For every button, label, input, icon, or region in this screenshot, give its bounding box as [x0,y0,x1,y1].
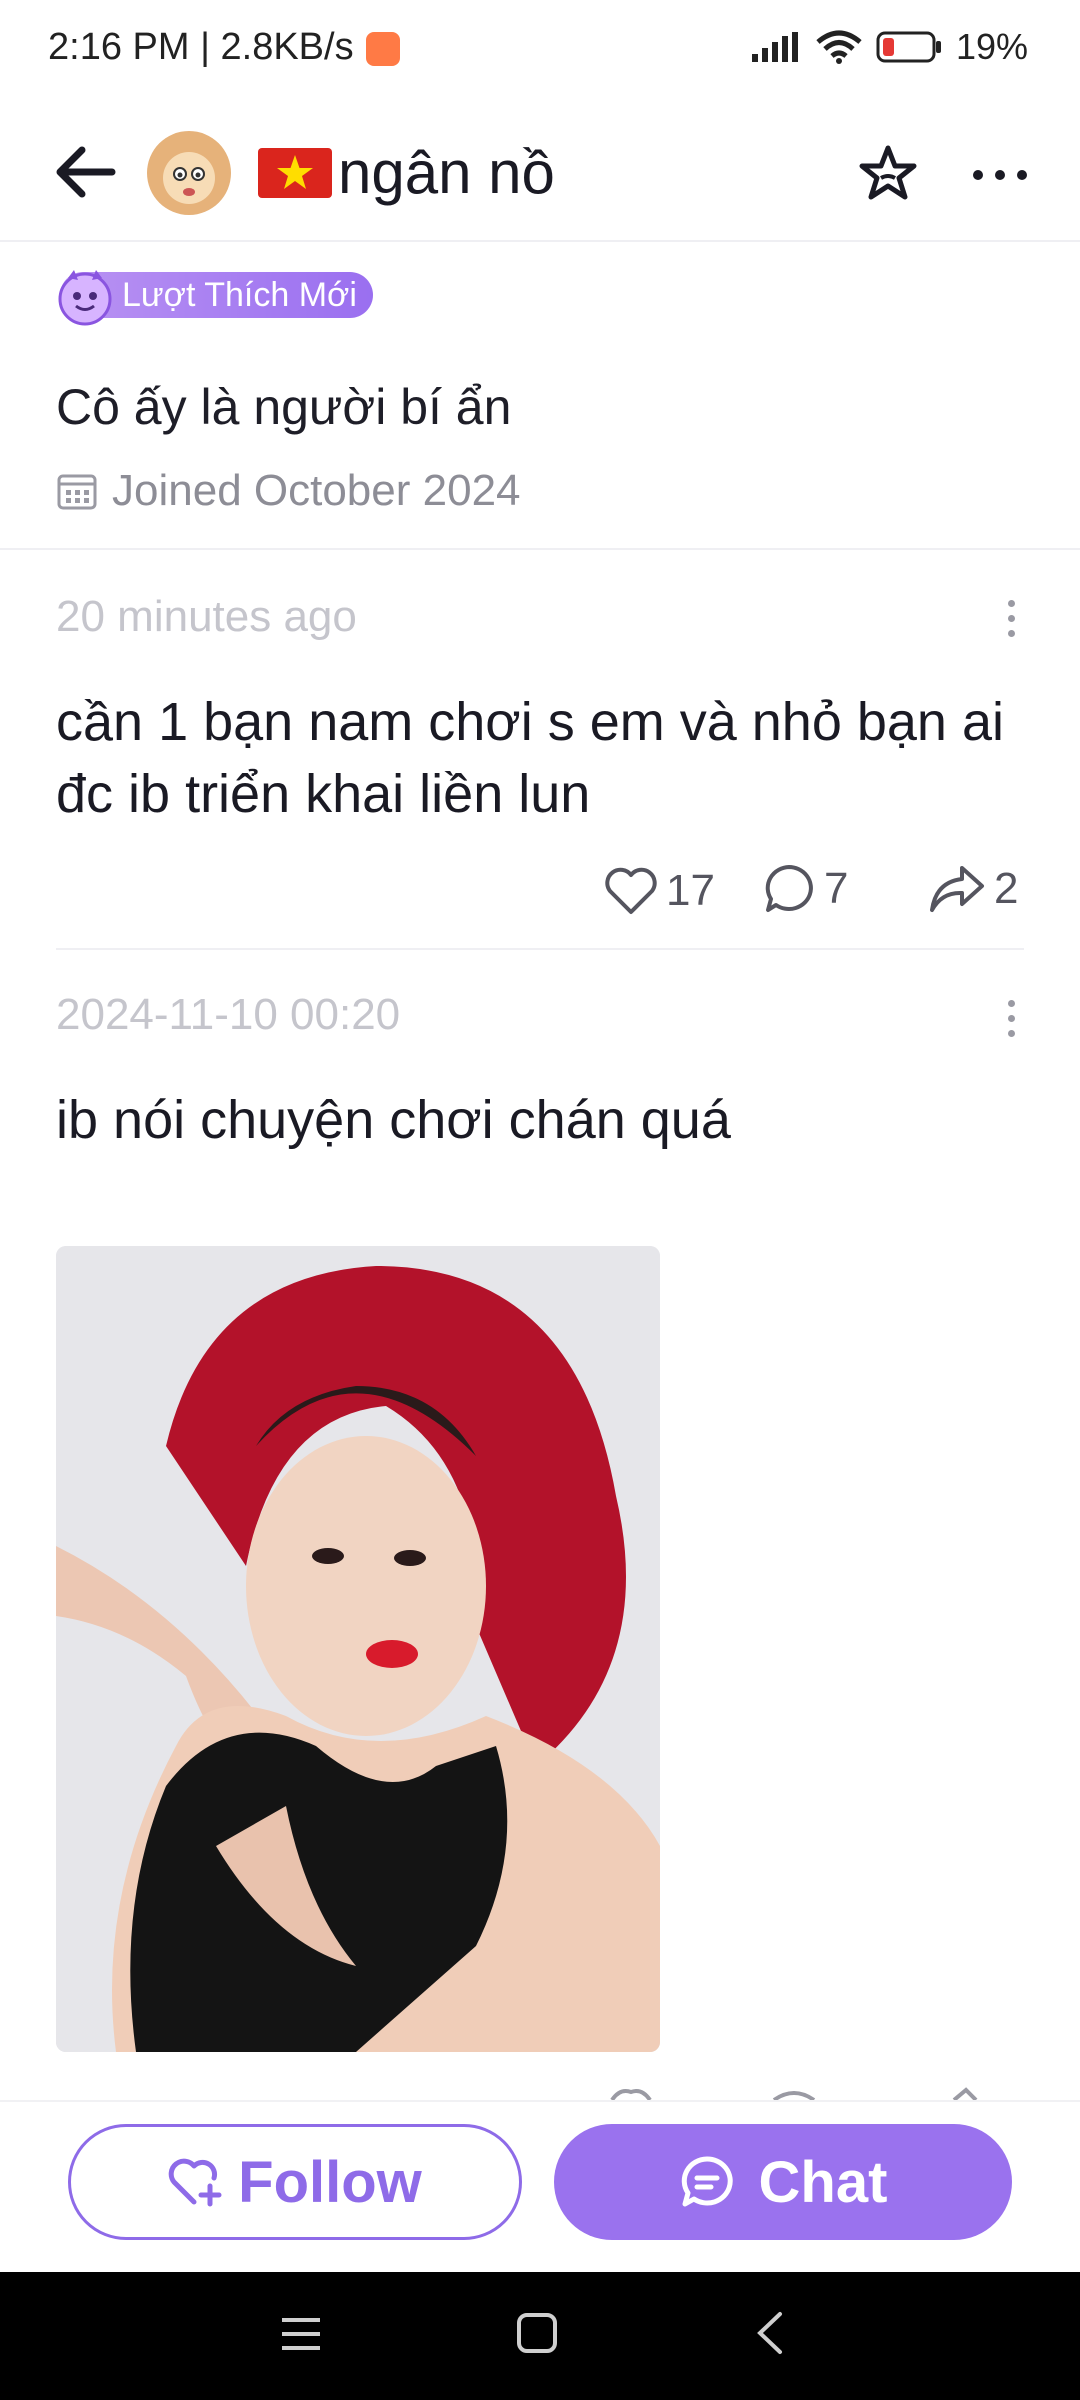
follow-label: Follow [238,2149,422,2215]
chat-label: Chat [758,2149,888,2215]
post-divider [56,948,1024,950]
post-time: 2024-11-10 00:20 [56,990,401,1039]
mascot-icon [54,266,116,328]
username: ngân nồ [338,139,555,206]
post-actions-partial [604,2086,1024,2100]
wifi-icon [816,30,862,64]
post-text[interactable]: ib nói chuyện chơi chán quá [56,1084,1016,1156]
comment-button[interactable]: 7 [762,862,848,916]
heart-plus-icon [168,2158,222,2207]
chat-icon [681,2156,733,2207]
home-button[interactable] [516,2312,558,2359]
status-time: 2:16 PM | 2.8KB/s [48,26,354,68]
like-button[interactable]: 17 [604,866,715,916]
more-options-button[interactable] [970,160,1030,190]
share-button[interactable]: 2 [928,862,1018,916]
share-icon [930,866,984,912]
post-text[interactable]: cần 1 bạn nam chơi s em và nhỏ bạn ai đc… [56,686,1016,830]
signal-icon [751,32,798,62]
post-time: 20 minutes ago [56,592,357,641]
recent-apps-button[interactable] [280,2314,322,2359]
vietnam-flag-icon [258,147,332,198]
like-count: 17 [666,866,715,915]
comment-count: 7 [824,864,849,913]
joined-date: Joined October 2024 [56,466,521,516]
favorite-button[interactable] [858,144,918,204]
status-indicators: 19% [751,26,1028,68]
post-menu-button[interactable] [1008,1000,1016,1045]
profile-bio: Cô ấy là người bí ẩn [56,379,512,435]
battery-percent: 19% [955,26,1028,67]
heart-icon [605,867,657,914]
header-divider [0,240,1080,242]
home-square-icon [517,2313,557,2353]
joined-text: Joined October 2024 [112,466,521,515]
arrow-left-icon [56,146,116,198]
back-button[interactable] [50,140,120,204]
calendar-icon [57,474,97,510]
profile-name: ngân nồ [258,138,555,207]
chat-button[interactable]: Chat [554,2124,1012,2240]
chevron-left-icon [757,2312,782,2354]
star-icon [859,145,917,200]
avatar[interactable] [146,130,232,216]
system-back-button[interactable] [754,2310,786,2361]
post-menu-button[interactable] [1008,600,1016,645]
battery-icon [876,31,941,63]
post-image[interactable] [56,1246,660,2052]
notification-app-icon [366,32,400,66]
comment-icon [765,865,813,912]
menu-icon [282,2318,320,2350]
share-count: 2 [994,864,1019,913]
more-horizontal-icon [973,170,1027,180]
follow-button[interactable]: Follow [68,2124,522,2240]
profile-divider [0,548,1080,550]
